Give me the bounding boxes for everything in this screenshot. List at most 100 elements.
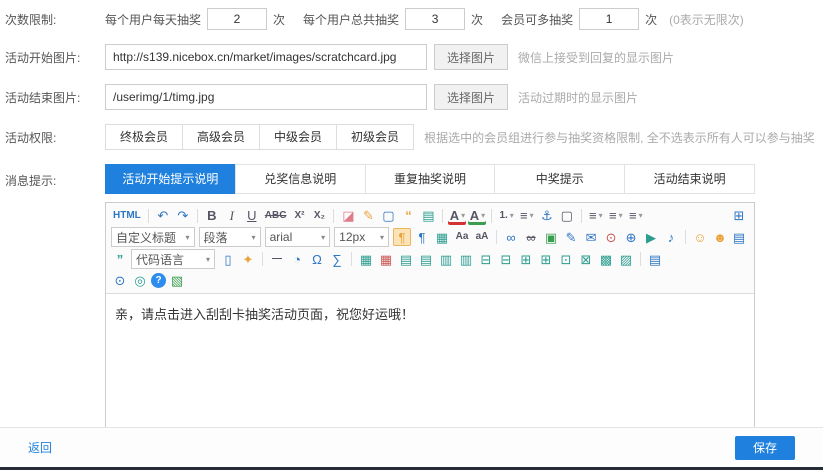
insert-col-right-icon[interactable]: ▥ bbox=[457, 250, 475, 268]
member-option-intermediate[interactable]: 中级会员 bbox=[259, 124, 337, 150]
ordered-list-icon[interactable]: 1. bbox=[497, 207, 515, 225]
scrawl-icon[interactable]: ✎ bbox=[562, 228, 580, 246]
italic-icon[interactable]: I bbox=[223, 207, 241, 225]
time-icon[interactable]: ◔ bbox=[288, 250, 306, 268]
split-row-icon[interactable]: ▩ bbox=[597, 250, 615, 268]
delete-table-icon[interactable]: ▦ bbox=[377, 250, 395, 268]
align-icon[interactable]: ≡ bbox=[607, 207, 625, 225]
html-source-icon[interactable]: HTML bbox=[111, 207, 143, 225]
table-icon[interactable]: ▦ bbox=[433, 228, 451, 246]
preview-icon[interactable]: ▤ bbox=[730, 228, 748, 246]
start-image-hint: 微信上接受到回复的显示图片 bbox=[518, 49, 674, 66]
font-size-select[interactable]: 12px bbox=[334, 227, 389, 247]
font-color-icon[interactable]: A bbox=[448, 207, 466, 225]
paragraph-select[interactable]: 段落 bbox=[199, 227, 261, 247]
back-link[interactable]: 返回 bbox=[28, 439, 52, 456]
blockquote-icon[interactable]: “ bbox=[399, 207, 417, 225]
strikethrough-icon[interactable]: ABC bbox=[263, 207, 289, 225]
uppercase-icon[interactable]: Aa bbox=[453, 228, 471, 246]
insert-row-above-icon[interactable]: ▤ bbox=[397, 250, 415, 268]
find-replace-icon[interactable]: ◎ bbox=[131, 272, 149, 290]
wordart-icon[interactable]: ✦ bbox=[239, 250, 257, 268]
superscript-icon[interactable]: X² bbox=[290, 207, 308, 225]
anchor-icon[interactable]: ⚓ bbox=[538, 207, 556, 225]
music-icon[interactable]: ♪ bbox=[662, 228, 680, 246]
format-brush-icon[interactable]: ✎ bbox=[359, 207, 377, 225]
message-tabs: 活动开始提示说明 兑奖信息说明 重复抽奖说明 中奖提示 活动结束说明 bbox=[105, 164, 755, 194]
separator bbox=[197, 209, 198, 223]
paste-icon[interactable]: ▧ bbox=[168, 272, 186, 290]
print-icon[interactable]: ▤ bbox=[646, 250, 664, 268]
unlink-icon[interactable]: ∞ bbox=[522, 228, 540, 246]
special-char-icon[interactable]: Ω bbox=[308, 250, 326, 268]
insert-row-below-icon[interactable]: ▤ bbox=[417, 250, 435, 268]
formula-icon[interactable]: ∑ bbox=[328, 250, 346, 268]
extra-input[interactable] bbox=[579, 8, 639, 30]
separator bbox=[442, 209, 443, 223]
unordered-list-icon[interactable]: ≡ bbox=[518, 207, 536, 225]
hr-icon[interactable]: — bbox=[268, 250, 286, 268]
merge-cells-icon[interactable]: ⊞ bbox=[517, 250, 535, 268]
tab-repeat-draw[interactable]: 重复抽奖说明 bbox=[365, 164, 496, 194]
member-option-junior[interactable]: 初级会员 bbox=[336, 124, 414, 150]
tab-win-tip[interactable]: 中奖提示 bbox=[494, 164, 625, 194]
tab-activity-end[interactable]: 活动结束说明 bbox=[624, 164, 755, 194]
code-view-icon[interactable]: ▤ bbox=[419, 207, 437, 225]
baidu-map-icon[interactable]: ⊕ bbox=[622, 228, 640, 246]
pilcrow-icon[interactable]: ¶ bbox=[393, 228, 411, 246]
member-option-ultimate[interactable]: 终极会员 bbox=[105, 124, 183, 150]
merge-down-icon[interactable]: ⊡ bbox=[557, 250, 575, 268]
line-height-icon[interactable]: ≡ bbox=[627, 207, 645, 225]
merge-right-icon[interactable]: ⊞ bbox=[537, 250, 555, 268]
new-page-icon[interactable]: ▢ bbox=[558, 207, 576, 225]
per-day-input[interactable] bbox=[207, 8, 267, 30]
text-direction-icon[interactable]: ¶ bbox=[413, 228, 431, 246]
toolbar-row-2: 自定义标题 段落 arial 12px ¶¶▦AaaA∞∞▣✎✉⊙⊕▶♪☺☻▤ bbox=[110, 226, 750, 248]
split-cell-icon[interactable]: ⊠ bbox=[577, 250, 595, 268]
emotion-icon[interactable]: ☺ bbox=[691, 228, 709, 246]
video-icon[interactable]: ▶ bbox=[642, 228, 660, 246]
delete-col-icon[interactable]: ⊟ bbox=[497, 250, 515, 268]
highlight-color-icon[interactable]: A bbox=[468, 207, 486, 225]
toolbar-row-4: ⊙◎?▧ bbox=[110, 270, 750, 291]
save-button[interactable]: 保存 bbox=[735, 436, 795, 460]
delete-row-icon[interactable]: ⊟ bbox=[477, 250, 495, 268]
redo-icon[interactable]: ↷ bbox=[174, 207, 192, 225]
clear-doc-icon[interactable]: ▢ bbox=[379, 207, 397, 225]
indent-icon[interactable]: ≡ bbox=[587, 207, 605, 225]
bold-icon[interactable]: B bbox=[203, 207, 221, 225]
end-image-input[interactable] bbox=[105, 84, 427, 110]
separator bbox=[148, 209, 149, 223]
tab-redeem-info[interactable]: 兑奖信息说明 bbox=[235, 164, 366, 194]
end-image-hint: 活动过期时的显示图片 bbox=[518, 89, 638, 106]
tab-activity-start-tip[interactable]: 活动开始提示说明 bbox=[105, 164, 236, 194]
undo-icon[interactable]: ↶ bbox=[154, 207, 172, 225]
search-icon[interactable]: ⊙ bbox=[111, 272, 129, 290]
insert-col-left-icon[interactable]: ▥ bbox=[437, 250, 455, 268]
help-icon[interactable]: ? bbox=[151, 273, 166, 288]
insert-code-icon[interactable]: ▯ bbox=[219, 250, 237, 268]
font-family-select[interactable]: arial bbox=[265, 227, 331, 247]
editor-content[interactable]: 亲，请点击进入刮刮卡抽奖活动页面，祝您好运哦！ bbox=[106, 294, 754, 447]
start-image-pick-button[interactable]: 选择图片 bbox=[434, 44, 508, 70]
code-language-select[interactable]: 代码语言 bbox=[131, 249, 215, 269]
start-image-input[interactable] bbox=[105, 44, 427, 70]
image-icon[interactable]: ▣ bbox=[542, 228, 560, 246]
emotion-alt-icon[interactable]: ☻ bbox=[711, 228, 729, 246]
attachment-icon[interactable]: ✉ bbox=[582, 228, 600, 246]
lowercase-icon[interactable]: aA bbox=[473, 228, 491, 246]
end-image-pick-button[interactable]: 选择图片 bbox=[434, 84, 508, 110]
quote-icon[interactable]: ” bbox=[111, 250, 129, 268]
member-option-senior[interactable]: 高级会员 bbox=[182, 124, 260, 150]
separator bbox=[351, 252, 352, 266]
link-icon[interactable]: ∞ bbox=[502, 228, 520, 246]
eraser-icon[interactable]: ◪ bbox=[339, 207, 357, 225]
total-input[interactable] bbox=[405, 8, 465, 30]
split-col-icon[interactable]: ▨ bbox=[617, 250, 635, 268]
heading-select[interactable]: 自定义标题 bbox=[111, 227, 195, 247]
underline-icon[interactable]: U bbox=[243, 207, 261, 225]
insert-table-icon[interactable]: ▦ bbox=[357, 250, 375, 268]
subscript-icon[interactable]: X₂ bbox=[310, 207, 328, 225]
fullscreen-icon[interactable]: ⊞ bbox=[730, 207, 748, 225]
map-icon[interactable]: ⊙ bbox=[602, 228, 620, 246]
